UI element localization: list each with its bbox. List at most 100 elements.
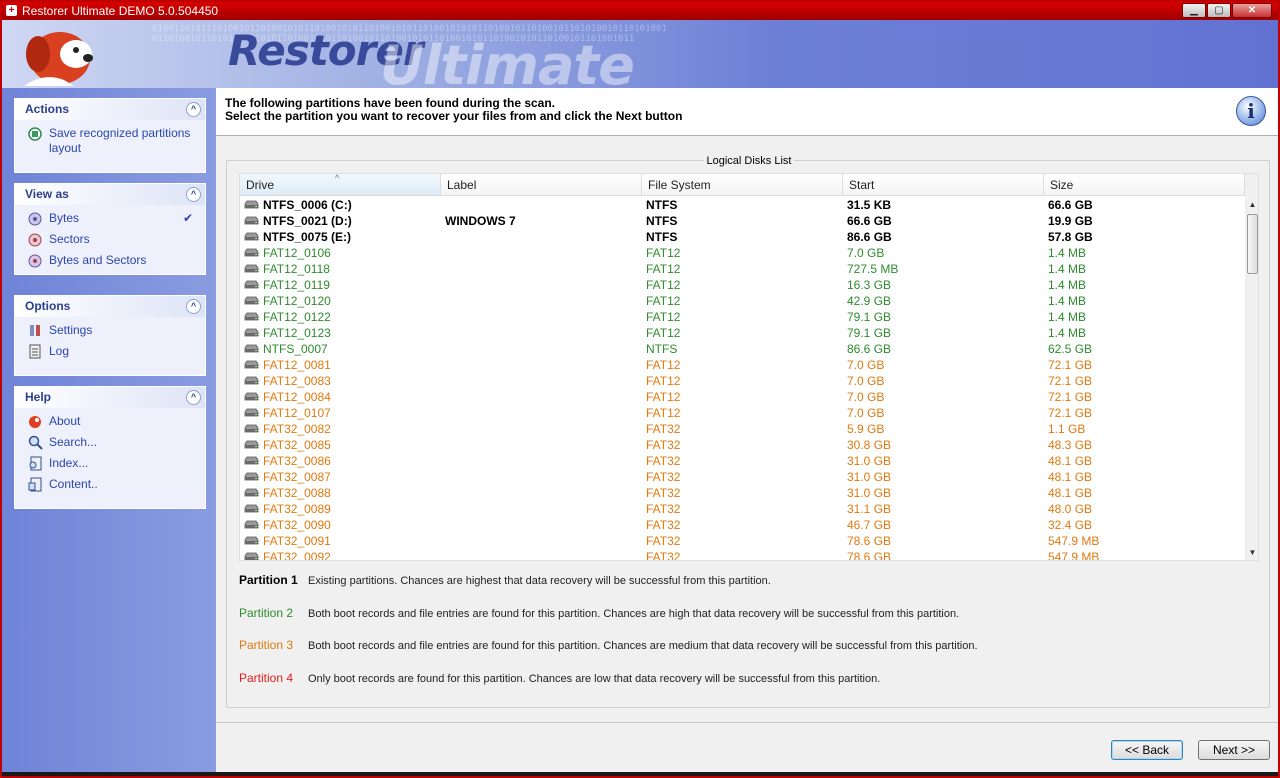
title-bar[interactable]: + Restorer Ultimate DEMO 5.0.504450 ▁ ▢ … — [2, 2, 1278, 20]
group-title-text: Logical Disks List — [703, 155, 795, 167]
cell-text: 1.4 MB — [1048, 310, 1087, 324]
cell-size: 72.1 GB — [1044, 389, 1245, 405]
table-row[interactable]: FAT32_0087 FAT32 31.0 GB 48.1 GB — [240, 469, 1245, 485]
cell-fs: FAT32 — [642, 453, 843, 469]
table-row[interactable]: FAT32_0092 FAT32 78.6 GB 547.9 MB — [240, 549, 1245, 560]
cell-text: 48.3 GB — [1048, 438, 1093, 452]
column-label: Drive — [246, 178, 275, 192]
settings-label: Settings — [49, 323, 93, 337]
cell-drive: NTFS_0021 (D:) — [240, 213, 441, 229]
table-row[interactable]: FAT32_0088 FAT32 31.0 GB 48.1 GB — [240, 485, 1245, 501]
table-row[interactable]: FAT12_0107 FAT12 7.0 GB 72.1 GB — [240, 405, 1245, 421]
settings-item[interactable]: Settings — [27, 323, 205, 338]
cell-text: 86.6 GB — [847, 342, 892, 356]
table-row[interactable]: FAT32_0085 FAT32 30.8 GB 48.3 GB — [240, 437, 1245, 453]
cell-label — [441, 421, 642, 437]
table-row[interactable]: NTFS_0075 (E:) NTFS 86.6 GB 57.8 GB — [240, 229, 1245, 245]
table-row[interactable]: FAT12_0120 FAT12 42.9 GB 1.4 MB — [240, 293, 1245, 309]
search-item[interactable]: Search... — [27, 435, 205, 450]
legend-text: Existing partitions. Chances are highest… — [308, 575, 771, 587]
table-row[interactable]: FAT32_0091 FAT32 78.6 GB 547.9 MB — [240, 533, 1245, 549]
collapse-icon[interactable]: ^ — [186, 187, 201, 202]
column-header-file-system[interactable]: File System — [642, 174, 843, 196]
table-row[interactable]: FAT12_0123 FAT12 79.1 GB 1.4 MB — [240, 325, 1245, 341]
cell-text: FAT12 — [646, 246, 681, 260]
options-panel-header[interactable]: Options ^ — [15, 296, 205, 317]
minimize-button[interactable]: ▁ — [1182, 3, 1206, 18]
view-bytes-sectors-item[interactable]: Bytes and Sectors — [27, 253, 205, 268]
table-row[interactable]: FAT32_0090 FAT32 46.7 GB 32.4 GB — [240, 517, 1245, 533]
table-header: ^ Drive Label File System Start Size — [240, 174, 1245, 196]
save-layout-item[interactable]: Save recognized partitions layout — [27, 126, 205, 156]
table-row[interactable]: FAT12_0119 FAT12 16.3 GB 1.4 MB — [240, 277, 1245, 293]
bytes-sectors-icon — [28, 254, 42, 268]
log-item[interactable]: Log — [27, 344, 205, 359]
legend-name: Partition 4 — [239, 671, 294, 685]
panel-title: Options — [25, 299, 71, 313]
cell-text: NTFS_0021 (D:) — [263, 214, 352, 228]
back-button[interactable]: << Back — [1111, 740, 1183, 760]
cell-label — [441, 277, 642, 293]
index-icon — [29, 456, 42, 471]
cell-text: 72.1 GB — [1048, 358, 1093, 372]
scroll-down-icon[interactable]: ▼ — [1245, 546, 1258, 560]
table-row[interactable]: FAT12_0084 FAT12 7.0 GB 72.1 GB — [240, 389, 1245, 405]
cell-text: 79.1 GB — [847, 310, 892, 324]
cell-text: 32.4 GB — [1048, 518, 1093, 532]
sectors-label: Sectors — [49, 232, 90, 246]
table-row[interactable]: FAT12_0083 FAT12 7.0 GB 72.1 GB — [240, 373, 1245, 389]
table-row[interactable]: FAT32_0089 FAT32 31.1 GB 48.0 GB — [240, 501, 1245, 517]
view-sectors-item[interactable]: Sectors — [27, 232, 205, 247]
table-row[interactable]: FAT32_0082 FAT32 5.9 GB 1.1 GB — [240, 421, 1245, 437]
vertical-scrollbar[interactable]: ▲ ▼ — [1245, 174, 1258, 560]
table-row[interactable]: FAT12_0106 FAT12 7.0 GB 1.4 MB — [240, 245, 1245, 261]
table-row[interactable]: FAT32_0086 FAT32 31.0 GB 48.1 GB — [240, 453, 1245, 469]
search-label: Search... — [49, 435, 98, 449]
cell-text: 48.1 GB — [1048, 470, 1093, 484]
footer-divider — [216, 722, 1278, 723]
cell-fs: FAT12 — [642, 309, 843, 325]
table-row[interactable]: FAT12_0122 FAT12 79.1 GB 1.4 MB — [240, 309, 1245, 325]
cell-start: 7.0 GB — [843, 405, 1044, 421]
content-item[interactable]: Content.. — [27, 477, 205, 492]
column-header-drive[interactable]: ^ Drive — [240, 174, 441, 196]
logical-disks-table: ^ Drive Label File System Start Size NTFS… — [239, 173, 1259, 561]
collapse-icon[interactable]: ^ — [186, 390, 201, 405]
cell-text: FAT12_0123 — [263, 326, 331, 340]
scroll-thumb[interactable] — [1247, 214, 1258, 274]
view-as-panel-header[interactable]: View as ^ — [15, 184, 205, 205]
cell-size: 48.0 GB — [1044, 501, 1245, 517]
cell-size: 547.9 MB — [1044, 549, 1245, 560]
cell-text: 42.9 GB — [847, 294, 892, 308]
cell-text: 62.5 GB — [1048, 342, 1093, 356]
cell-label — [441, 229, 642, 245]
index-item[interactable]: Index... — [27, 456, 205, 471]
disk-drive-icon — [244, 472, 259, 481]
table-row[interactable]: NTFS_0007 NTFS 86.6 GB 62.5 GB — [240, 341, 1245, 357]
cell-fs: FAT32 — [642, 437, 843, 453]
cell-text: FAT32 — [646, 518, 681, 532]
view-bytes-item[interactable]: Bytes ✔ — [27, 211, 205, 226]
close-button[interactable]: ✕ — [1232, 3, 1272, 18]
next-button[interactable]: Next >> — [1198, 740, 1270, 760]
actions-panel-header[interactable]: Actions ^ — [15, 99, 205, 120]
maximize-button[interactable]: ▢ — [1207, 3, 1231, 18]
legend-name: Partition 1 — [239, 573, 298, 587]
table-row[interactable]: FAT12_0118 FAT12 727.5 MB 1.4 MB — [240, 261, 1245, 277]
column-header-label[interactable]: Label — [441, 174, 642, 196]
table-row[interactable]: FAT12_0081 FAT12 7.0 GB 72.1 GB — [240, 357, 1245, 373]
about-item[interactable]: About — [27, 414, 205, 429]
column-header-size[interactable]: Size — [1044, 174, 1245, 196]
cell-drive: FAT32_0089 — [240, 501, 441, 517]
checkmark-icon: ✔ — [182, 211, 193, 225]
table-row[interactable]: NTFS_0006 (C:) NTFS 31.5 KB 66.6 GB — [240, 197, 1245, 213]
cell-text: 7.0 GB — [847, 390, 885, 404]
table-row[interactable]: NTFS_0021 (D:) WINDOWS 7 NTFS 66.6 GB 19.9 G… — [240, 213, 1245, 229]
app-icon[interactable]: + — [6, 5, 17, 16]
column-header-start[interactable]: Start — [843, 174, 1044, 196]
collapse-icon[interactable]: ^ — [186, 102, 201, 117]
cell-text: 7.0 GB — [847, 374, 885, 388]
scroll-up-icon[interactable]: ▲ — [1245, 198, 1258, 212]
collapse-icon[interactable]: ^ — [186, 299, 201, 314]
help-panel-header[interactable]: Help ^ — [15, 387, 205, 408]
